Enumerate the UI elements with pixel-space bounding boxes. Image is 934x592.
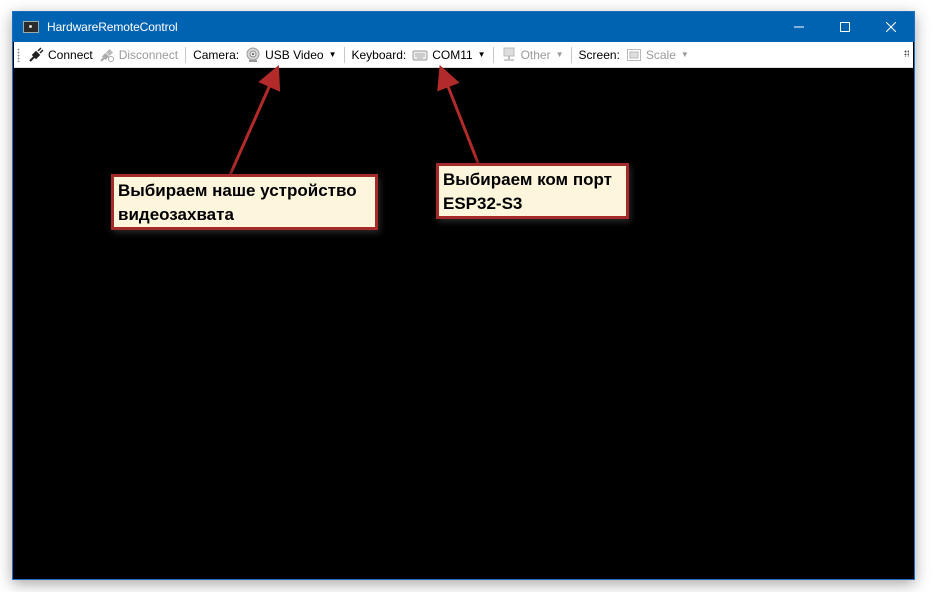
toolbar-separator — [343, 46, 345, 63]
scale-dropdown[interactable]: Scale ▼ — [623, 44, 692, 66]
keyboard-label: Keyboard: — [351, 47, 407, 62]
toolbar-separator — [492, 46, 494, 63]
chevron-down-icon: ▼ — [555, 50, 564, 59]
app-icon — [23, 21, 39, 33]
unplug-icon — [99, 47, 115, 63]
toolbar-overflow-grip[interactable] — [904, 50, 909, 57]
close-icon — [886, 22, 896, 32]
toolbar: Connect Disconnect Camera: USB Video ▼ K… — [14, 42, 913, 68]
annotation-camera-line1: Выбираем наше устройство — [118, 181, 357, 200]
toolbar-separator — [185, 46, 187, 63]
disconnect-button[interactable]: Disconnect — [96, 44, 181, 66]
annotation-keyboard: Выбираем ком порт ESP32-S3 — [436, 163, 629, 219]
screen-label: Screen: — [578, 47, 620, 62]
scale-icon — [626, 47, 642, 63]
minimize-button[interactable] — [776, 12, 822, 42]
camera-value: USB Video — [265, 47, 324, 62]
toolbar-separator — [570, 46, 572, 63]
window-title: HardwareRemoteControl — [47, 20, 178, 34]
maximize-icon — [840, 22, 850, 32]
annotation-keyboard-line1: Выбираем ком порт — [443, 170, 612, 189]
other-dropdown[interactable]: Other ▼ — [498, 44, 567, 66]
monitor-icon — [501, 47, 517, 63]
maximize-button[interactable] — [822, 12, 868, 42]
disconnect-label: Disconnect — [118, 47, 179, 62]
plug-icon — [28, 46, 44, 63]
annotation-camera-line2: видеозахвата — [118, 205, 234, 224]
annotation-camera: Выбираем наше устройство видеозахвата — [111, 174, 378, 230]
chevron-down-icon: ▼ — [328, 50, 337, 59]
connect-button[interactable]: Connect — [25, 44, 96, 66]
other-label: Other — [520, 47, 551, 62]
keyboard-value: COM11 — [432, 47, 473, 62]
video-viewport[interactable] — [13, 68, 914, 579]
app-window: HardwareRemoteControl Connect Disconnect… — [12, 11, 915, 580]
chevron-down-icon: ▼ — [477, 50, 486, 59]
webcam-icon — [245, 47, 261, 63]
annotation-keyboard-line2: ESP32-S3 — [443, 194, 523, 213]
close-button[interactable] — [868, 12, 914, 42]
scale-label: Scale — [645, 47, 676, 62]
connect-label: Connect — [48, 47, 93, 62]
camera-label: Camera: — [193, 47, 240, 62]
keyboard-icon — [412, 47, 428, 63]
toolbar-grip[interactable] — [17, 47, 20, 62]
camera-dropdown[interactable]: USB Video ▼ — [242, 44, 339, 66]
keyboard-dropdown[interactable]: COM11 ▼ — [409, 44, 488, 66]
title-bar[interactable]: HardwareRemoteControl — [13, 12, 914, 42]
minimize-icon — [794, 26, 804, 28]
chevron-down-icon: ▼ — [680, 50, 689, 59]
